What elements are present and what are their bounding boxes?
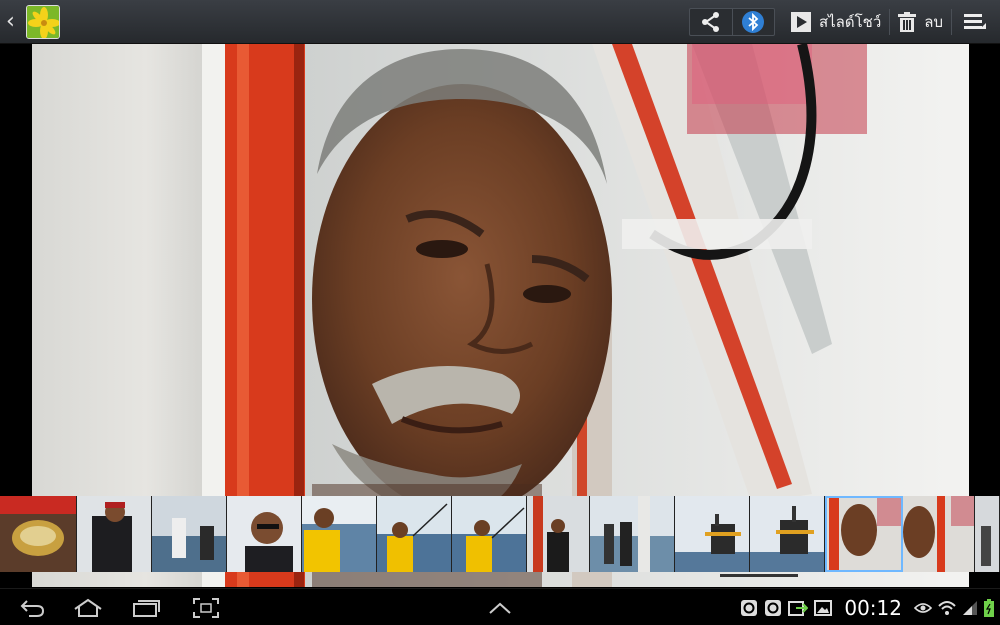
nav-back-icon: [20, 599, 45, 617]
up-button[interactable]: ‹: [6, 0, 68, 44]
delete-button[interactable]: ลบ: [890, 0, 951, 44]
thumbnail[interactable]: [750, 496, 825, 572]
filmstrip-scroll-indicator[interactable]: [720, 574, 798, 577]
thumb-man-on-boat: [77, 496, 151, 572]
thumbnail[interactable]: [152, 496, 227, 572]
filmstrip: [0, 496, 1000, 572]
thumbnail[interactable]: [227, 496, 302, 572]
nav-home-button[interactable]: [68, 589, 108, 625]
thumbnail[interactable]: [452, 496, 527, 572]
notif-sync-icon: [788, 600, 809, 616]
status-area[interactable]: 00:12: [740, 589, 994, 625]
slideshow-button[interactable]: สไลด์โชว์: [783, 0, 889, 44]
share-button[interactable]: [690, 9, 732, 35]
thumbnail[interactable]: [675, 496, 750, 572]
thumb-man-sunglasses: [227, 496, 301, 572]
bluetooth-share-button[interactable]: [731, 9, 774, 35]
nav-recents-icon: [133, 599, 160, 617]
overflow-menu-icon: [964, 14, 986, 29]
thumb-cooking-pot: [0, 496, 76, 572]
chevron-left-icon: ‹: [6, 9, 15, 34]
action-items: สไลด์โชว์ ลบ: [688, 0, 1000, 44]
thumb-partial: [975, 496, 999, 572]
bluetooth-icon: [742, 11, 765, 33]
thumb-people-fishing: [152, 496, 226, 572]
signal-icon: [963, 600, 977, 615]
thumbnail[interactable]: [0, 496, 77, 572]
thumbnail[interactable]: [590, 496, 675, 572]
clock: 00:12: [844, 595, 902, 620]
nav-screenshot-icon: [193, 597, 219, 618]
gallery-screen: ‹ สไลด์โชว์ ลบ 00:12: [0, 0, 1000, 625]
trash-icon: [898, 12, 917, 32]
nav-up-chevron-icon: [489, 602, 511, 614]
overflow-menu-button[interactable]: [952, 0, 1000, 44]
thumb-man-fishing-yellow-2: [452, 496, 526, 572]
thumb-boat-railing: [527, 496, 589, 572]
thumbnail[interactable]: [975, 496, 1000, 572]
thumbnail[interactable]: [77, 496, 152, 572]
notif-circle-icon: [741, 599, 758, 616]
thumb-fishers-at-sea: [590, 496, 674, 572]
nav-home-icon: [74, 598, 102, 617]
nav-screenshot-button[interactable]: [186, 589, 226, 625]
thumbnail[interactable]: [377, 496, 452, 572]
slideshow-label: สไลด์โชว์: [818, 13, 882, 31]
play-icon: [790, 12, 811, 32]
share-icon: [701, 12, 719, 32]
system-navbar: 00:12: [0, 588, 1000, 625]
thumbnail-selected[interactable]: [825, 496, 903, 572]
thumb-old-man-portrait-2: [903, 496, 974, 572]
thumbnail[interactable]: [302, 496, 377, 572]
thumb-man-yellow-shirt: [302, 496, 376, 572]
action-bar: ‹ สไลด์โชว์ ลบ: [0, 0, 1000, 44]
share-group: [688, 8, 775, 36]
thumb-old-man-portrait: [825, 496, 902, 572]
notif-image-icon: [814, 599, 833, 616]
thumbnail[interactable]: [527, 496, 590, 572]
thumbnail[interactable]: [903, 496, 975, 572]
thumb-man-fishing-yellow: [377, 496, 451, 572]
nav-recents-button[interactable]: [126, 589, 166, 625]
gallery-app-icon: [26, 5, 60, 39]
thumb-oil-platform: [675, 496, 749, 572]
wifi-icon: [938, 600, 956, 615]
notif-circle-icon: [765, 599, 782, 616]
thumb-oil-platform-2: [750, 496, 824, 572]
battery-icon: [984, 598, 994, 617]
nav-back-button[interactable]: [12, 589, 52, 625]
nav-up-button[interactable]: [482, 589, 518, 625]
delete-label: ลบ: [924, 13, 943, 31]
eye-icon: [914, 602, 932, 613]
